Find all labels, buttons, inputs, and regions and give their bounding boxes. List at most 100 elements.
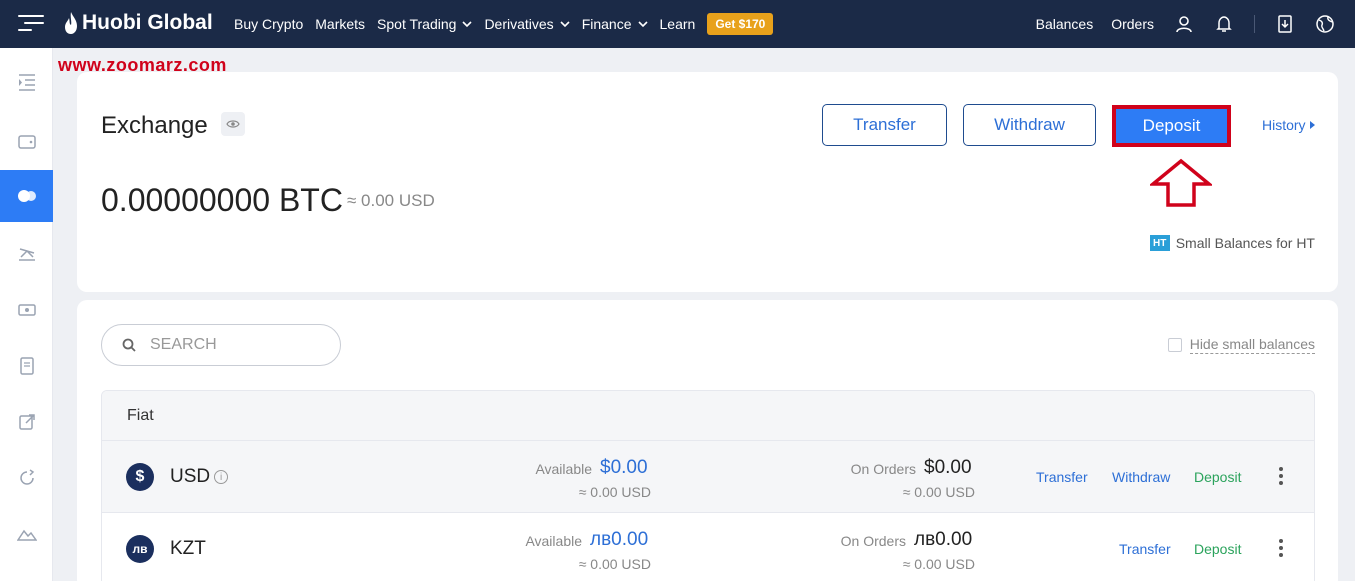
coin-symbol: KZT [170,538,206,560]
available-value: лв0.00 [590,529,649,550]
row-deposit-link[interactable]: Deposit [1194,469,1241,485]
nav-spot-trading[interactable]: Spot Trading [377,16,473,32]
search-icon [122,338,136,352]
indent-icon [18,74,35,91]
coin-symbol-text: USD [170,466,211,487]
caret-right-icon [1309,121,1315,129]
history-label: History [1262,117,1306,133]
nav-label: Finance [581,16,632,32]
on-orders-usd: ≈ 0.00 USD [902,484,975,500]
search-box[interactable] [101,324,341,366]
available-usd: ≈ 0.00 USD [578,556,651,572]
download-icon[interactable] [1275,14,1295,34]
balances-link[interactable]: Balances [1036,16,1094,32]
flame-icon [65,12,77,34]
on-orders-label: On Orders [840,533,906,549]
nav-label: Markets [315,16,366,32]
available-label: Available [525,533,582,549]
row-transfer-link[interactable]: Transfer [1036,469,1088,485]
available-usd: ≈ 0.00 USD [578,484,651,500]
globe-icon[interactable] [1315,14,1335,34]
nav-label: Spot Trading [377,16,457,32]
sidebar-item-margin[interactable] [0,228,53,280]
nav-label: Buy Crypto [234,16,304,32]
nav-markets[interactable]: Markets [315,16,365,32]
cash-icon [17,304,36,316]
total-balance: 0.00000000 BTC [101,182,343,218]
info-icon[interactable]: i [214,470,229,484]
sidebar [0,48,53,581]
sidebar-item-contract[interactable] [0,340,53,392]
section-header-fiat: Fiat [102,391,1314,441]
hide-small-balances-toggle[interactable]: Hide small balances [1167,336,1315,354]
deposit-button[interactable]: Deposit [1112,105,1231,147]
on-orders-value: лв0.00 [914,529,973,550]
small-balances-link[interactable]: HT Small Balances for HT [1149,235,1315,251]
refresh-icon [19,469,34,485]
row-deposit-link[interactable]: Deposit [1194,541,1241,557]
withdraw-button[interactable]: Withdraw [963,104,1096,146]
coin-symbol-text: KZT [170,538,206,559]
coin-symbol: USD i [170,466,229,488]
nav-right: Balances Orders [1018,0,1335,48]
margin-icon [18,248,35,261]
history-link[interactable]: History [1262,117,1315,133]
chevron-down-icon [462,21,473,28]
available-label: Available [535,461,592,477]
sidebar-item-mining[interactable] [0,508,53,560]
chevron-down-icon [637,21,648,28]
eye-icon [226,120,240,128]
on-orders-value: $0.00 [924,457,972,478]
table-row: $ USD i Available $0.00 ≈ 0.00 USD On Ord… [102,441,1314,513]
exchange-summary-card: Exchange 0.00000000 BTC ≈ 0.00 USD Trans… [77,72,1338,292]
chevron-down-icon [560,21,570,28]
row-transfer-link[interactable]: Transfer [1119,541,1171,557]
sidebar-item-export[interactable] [0,396,53,448]
hide-small-checkbox[interactable] [1167,338,1182,352]
logo[interactable]: Huobi Global [64,11,213,35]
menu-icon[interactable] [18,15,46,33]
export-icon [18,414,35,430]
balance-usd-approx: ≈ 0.00 USD [347,191,435,210]
user-icon[interactable] [1174,14,1194,34]
logo-text: Huobi Global [82,11,213,34]
nav-label: Learn [659,16,696,32]
assets-table: Fiat $ USD i Available $0.00 ≈ 0.00 USD O… [101,390,1315,581]
nav-derivatives[interactable]: Derivatives [484,16,570,32]
assets-card: Hide small balances Fiat $ USDi Availabl… [77,300,1338,581]
toggle-visibility-button[interactable] [221,112,245,136]
search-input[interactable] [150,336,320,354]
nav-learn[interactable]: Learn [660,16,696,32]
more-options-icon[interactable] [1278,467,1284,487]
hide-small-label: Hide small balances [1189,336,1315,354]
kzt-coin-icon: лв [126,535,154,563]
ht-token-icon: HT [1149,235,1170,251]
wallet-icon [17,135,36,149]
promo-badge[interactable]: Get $170 [707,13,774,35]
page-title: Exchange [101,112,208,139]
on-orders-usd: ≈ 0.00 USD [902,556,975,572]
on-orders-label: On Orders [850,461,916,477]
more-options-icon[interactable] [1278,539,1284,559]
exchange-icon [17,190,36,202]
small-balances-label: Small Balances for HT [1175,235,1315,251]
sidebar-item-exchange[interactable] [0,170,53,222]
sidebar-item-wallet[interactable] [0,116,53,168]
table-row: лв KZT Available лв0.00 ≈ 0.00 USD On Or… [102,513,1314,581]
nav-buy-crypto[interactable]: Buy Crypto [234,16,303,32]
available-value: $0.00 [600,457,648,478]
annotation-arrow-up-icon [1150,158,1212,207]
sidebar-collapse[interactable] [0,56,53,108]
sidebar-item-earn[interactable] [0,452,53,504]
nav-label: Derivatives [484,16,554,32]
transfer-button[interactable]: Transfer [822,104,947,146]
bell-icon[interactable] [1214,14,1234,34]
nav-divider [1254,15,1255,33]
row-withdraw-link[interactable]: Withdraw [1112,469,1170,485]
nav-finance[interactable]: Finance [582,16,648,32]
usd-coin-icon: $ [126,463,154,491]
sidebar-item-otc[interactable] [0,284,53,336]
mountain-icon [16,529,37,541]
nav-links: Buy Crypto Markets Spot Trading Derivati… [234,0,774,48]
orders-link[interactable]: Orders [1111,16,1154,32]
